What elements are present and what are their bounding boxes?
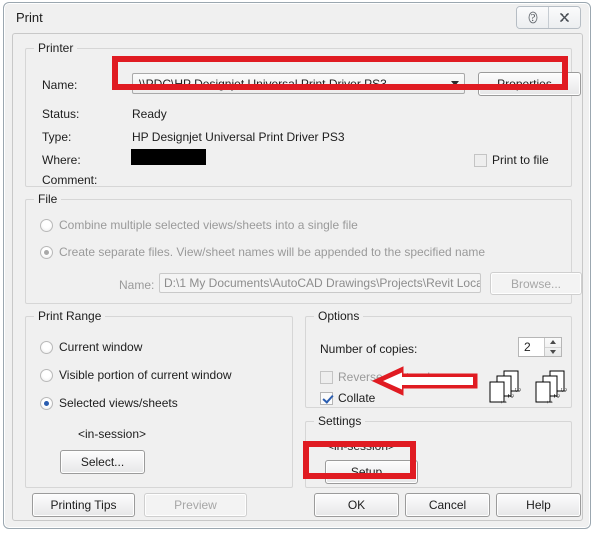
collate-preview-icon-right: 3 2 1: [535, 370, 568, 404]
stepper-up-icon[interactable]: [545, 338, 561, 347]
printer-where-label: Where:: [42, 153, 81, 167]
radio-selected-views-dot: [40, 396, 53, 410]
title-bar: Print ?: [4, 3, 590, 33]
radio-current-window-label: Current window: [59, 340, 143, 354]
copies-value[interactable]: 2: [519, 338, 544, 356]
help-icon[interactable]: ?: [517, 7, 548, 28]
printer-type-value: HP Designjet Universal Print Driver PS3: [132, 130, 345, 144]
radio-combine-single-file-dot: [40, 218, 53, 232]
file-group: File Combine multiple selected views/she…: [25, 192, 582, 304]
ok-button[interactable]: OK: [314, 493, 399, 517]
radio-visible-portion-label: Visible portion of current window: [59, 368, 232, 382]
settings-session-text: <in-session>: [327, 439, 396, 453]
reverse-print-order-checkbox-box: [320, 370, 333, 384]
printer-status-value: Ready: [132, 107, 167, 121]
close-icon[interactable]: [548, 7, 580, 28]
title-bar-buttons: ?: [516, 6, 581, 29]
print-dialog: Print ? Printer Name: \\PDC\HP Designjet…: [3, 2, 591, 529]
printer-name-label: Name:: [42, 78, 78, 92]
print-range-group: Print Range Current window Visible porti…: [25, 309, 293, 488]
printer-status-label: Status:: [42, 107, 80, 121]
settings-group: Settings <in-session> Setup...: [305, 414, 572, 488]
cancel-button[interactable]: Cancel: [405, 493, 490, 517]
svg-text:3: 3: [513, 388, 522, 392]
collate-checkbox-box: [320, 391, 333, 405]
collate-checkbox[interactable]: Collate: [320, 391, 375, 405]
help-button[interactable]: Help: [496, 493, 581, 517]
settings-group-legend: Settings: [314, 414, 366, 428]
svg-text:1: 1: [499, 400, 508, 404]
options-group: Options Number of copies: 2 Reverse prin…: [305, 309, 572, 408]
radio-visible-portion[interactable]: Visible portion of current window: [40, 368, 232, 382]
question-mark-icon: ?: [528, 11, 537, 24]
setup-button[interactable]: Setup...: [325, 460, 418, 484]
copies-label: Number of copies:: [320, 342, 418, 356]
copies-stepper[interactable]: 2: [518, 337, 562, 357]
stepper-down-icon[interactable]: [545, 346, 561, 357]
print-range-group-legend: Print Range: [34, 309, 106, 323]
radio-selected-views[interactable]: Selected views/sheets: [40, 396, 178, 410]
printer-comment-label: Comment:: [42, 173, 98, 187]
print-to-file-label: Print to file: [492, 153, 549, 167]
file-group-legend: File: [34, 192, 62, 206]
reverse-print-order-label: Reverse print order: [338, 370, 441, 384]
printer-group: Printer Name: \\PDC\HP Designjet Univers…: [25, 41, 581, 187]
radio-current-window[interactable]: Current window: [40, 340, 142, 354]
printer-where-redacted-value: [131, 149, 206, 165]
printing-tips-button[interactable]: Printing Tips: [32, 493, 135, 517]
print-dialog-screenshot: Print ? Printer Name: \\PDC\HP Designjet…: [0, 0, 597, 535]
svg-text:2: 2: [506, 394, 515, 398]
x-icon: [560, 13, 569, 22]
print-range-session-text: <in-session>: [78, 427, 147, 441]
select-button[interactable]: Select...: [60, 450, 145, 474]
collate-label: Collate: [338, 391, 376, 405]
printer-group-legend: Printer: [34, 41, 78, 55]
radio-selected-views-label: Selected views/sheets: [59, 396, 178, 410]
printer-name-value: \\PDC\HP Designjet Universal Print Drive…: [139, 76, 387, 91]
dialog-client-area: Printer Name: \\PDC\HP Designjet Univers…: [12, 33, 583, 521]
printer-type-label: Type:: [42, 130, 72, 144]
options-group-legend: Options: [314, 309, 364, 323]
svg-text:3: 3: [559, 388, 568, 392]
copies-stepper-buttons[interactable]: [544, 338, 561, 356]
radio-create-separate-files-label: Create separate files. View/sheet names …: [59, 245, 486, 259]
radio-combine-single-file-label: Combine multiple selected views/sheets i…: [59, 218, 358, 232]
preview-button: Preview: [144, 493, 247, 517]
printer-name-combobox[interactable]: \\PDC\HP Designjet Universal Print Drive…: [132, 73, 465, 94]
file-name-input: D:\1 My Documents\AutoCAD Drawings\Proje…: [159, 273, 481, 293]
svg-text:2: 2: [552, 394, 561, 398]
reverse-print-order-checkbox[interactable]: Reverse print order: [320, 370, 441, 384]
radio-combine-single-file: Combine multiple selected views/sheets i…: [40, 218, 358, 232]
radio-create-separate-files: Create separate files. View/sheet names …: [40, 245, 485, 259]
print-to-file-checkbox-box: [474, 153, 487, 167]
radio-visible-portion-dot: [40, 368, 53, 382]
radio-create-separate-files-dot: [40, 245, 53, 259]
browse-button: Browse...: [490, 272, 582, 295]
file-name-label: Name:: [119, 278, 155, 292]
svg-text:1: 1: [545, 400, 554, 404]
collate-preview-icon-left: 3 2 1: [489, 370, 522, 404]
print-to-file-checkbox[interactable]: Print to file: [474, 153, 549, 167]
window-title: Print: [16, 10, 43, 25]
chevron-down-icon[interactable]: [446, 81, 464, 86]
properties-button[interactable]: Properties...: [478, 72, 581, 96]
radio-current-window-dot: [40, 340, 53, 354]
